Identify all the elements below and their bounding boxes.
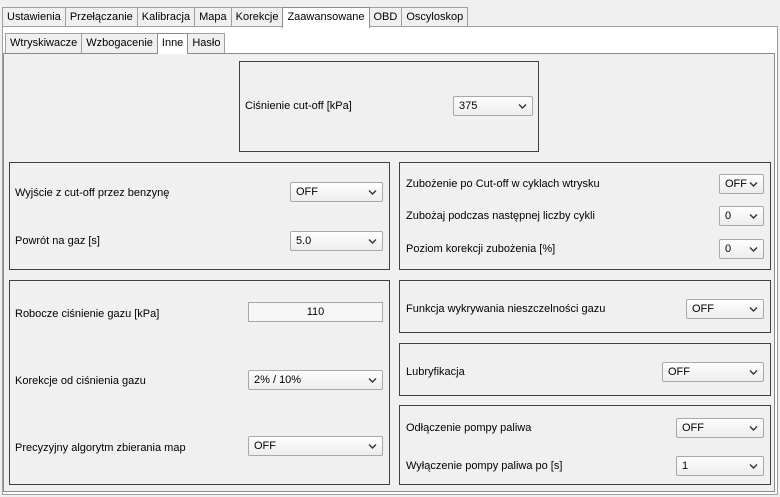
pump-shutoff-label: Wyłączenie pompy paliwa po [s] xyxy=(406,460,563,472)
lubrication-group: Lubryfikacja OFF xyxy=(399,343,771,396)
tab-korekcje[interactable]: Korekcje xyxy=(230,7,284,27)
tab-haslo[interactable]: Hasło xyxy=(187,33,226,53)
chevron-down-icon xyxy=(749,464,758,469)
tab-wtryskiwacze[interactable]: Wtryskiwacze xyxy=(5,33,83,53)
tab-inne[interactable]: Inne xyxy=(156,33,189,54)
exit-cutoff-label: Wyjście z cut-off przez benzynę xyxy=(15,187,170,199)
precise-algorithm-label: Precyzyjny algorytm zbierania map xyxy=(15,442,186,454)
chevron-down-icon xyxy=(749,214,758,219)
chevron-down-icon xyxy=(368,444,377,449)
working-pressure-field[interactable]: 110 xyxy=(248,302,383,322)
chevron-down-icon xyxy=(749,182,758,187)
cutoff-group: Ciśnienie cut-off [kPa] 375 xyxy=(239,61,539,152)
cutoff-pressure-select[interactable]: 375 xyxy=(453,96,533,116)
pressure-correction-label: Korekcje od ciśnienia gazu xyxy=(15,375,146,387)
tab-obd[interactable]: OBD xyxy=(368,7,403,27)
main-tab-bar: Ustawienia Przełączanie Kalibracja Mapa … xyxy=(2,7,469,28)
chevron-down-icon xyxy=(368,378,377,383)
lubrication-label: Lubryfikacja xyxy=(406,366,465,378)
chevron-down-icon xyxy=(518,104,527,109)
fuel-pump-group: Odłączenie pompy paliwa OFF Wyłączenie p… xyxy=(399,405,771,485)
return-gas-label: Powrót na gaz [s] xyxy=(15,235,100,247)
chevron-down-icon xyxy=(749,247,758,252)
lean-cycles-select[interactable]: 0 xyxy=(719,206,764,226)
tab-kalibracja[interactable]: Kalibracja xyxy=(136,7,196,27)
chevron-down-icon xyxy=(749,307,758,312)
lubrication-select[interactable]: OFF xyxy=(662,362,764,382)
pressure-correction-select[interactable]: 2% / 10% xyxy=(248,370,383,390)
leak-detection-label: Funkcja wykrywania nieszczelności gazu xyxy=(406,303,606,315)
lean-after-cutoff-label: Zubożenie po Cut-off w cyklach wtrysku xyxy=(406,178,600,190)
pump-disconnect-label: Odłączenie pompy paliwa xyxy=(406,422,532,434)
tab-przelaczanie[interactable]: Przełączanie xyxy=(64,7,138,27)
pump-shutoff-select[interactable]: 1 xyxy=(676,456,764,476)
return-gas-select[interactable]: 5.0 xyxy=(290,231,383,251)
sub-tab-bar: Wtryskiwacze Wzbogacenie Inne Hasło xyxy=(5,33,226,54)
cutoff-pressure-label: Ciśnienie cut-off [kPa] xyxy=(245,100,352,112)
chevron-down-icon xyxy=(368,190,377,195)
tab-wzbogacenie[interactable]: Wzbogacenie xyxy=(81,33,158,53)
exit-cutoff-select[interactable]: OFF xyxy=(290,182,383,202)
lean-after-cutoff-select[interactable]: OFF xyxy=(719,174,764,194)
chevron-down-icon xyxy=(749,370,758,375)
lean-level-label: Poziom korekcji zubożenia [%] xyxy=(406,243,556,255)
lean-cycles-label: Zubożaj podczas następnej liczby cykli xyxy=(406,210,595,222)
leak-detection-select[interactable]: OFF xyxy=(686,299,764,319)
tab-ustawienia[interactable]: Ustawienia xyxy=(2,7,66,27)
precise-algorithm-select[interactable]: OFF xyxy=(248,436,383,456)
pump-disconnect-select[interactable]: OFF xyxy=(676,418,764,438)
cutoff-exit-group: Wyjście z cut-off przez benzynę OFF Powr… xyxy=(9,162,390,270)
gas-pressure-group: Robocze ciśnienie gazu [kPa] 110 Korekcj… xyxy=(9,280,390,485)
lean-level-select[interactable]: 0 xyxy=(719,239,764,259)
tab-zaawansowane[interactable]: Zaawansowane xyxy=(282,7,370,28)
tab-oscyloskop[interactable]: Oscyloskop xyxy=(401,7,469,27)
leak-detection-group: Funkcja wykrywania nieszczelności gazu O… xyxy=(399,280,771,333)
chevron-down-icon xyxy=(368,239,377,244)
leaning-group: Zubożenie po Cut-off w cyklach wtrysku O… xyxy=(399,162,771,270)
working-pressure-label: Robocze ciśnienie gazu [kPa] xyxy=(15,308,160,320)
tab-mapa[interactable]: Mapa xyxy=(194,7,232,27)
chevron-down-icon xyxy=(749,426,758,431)
